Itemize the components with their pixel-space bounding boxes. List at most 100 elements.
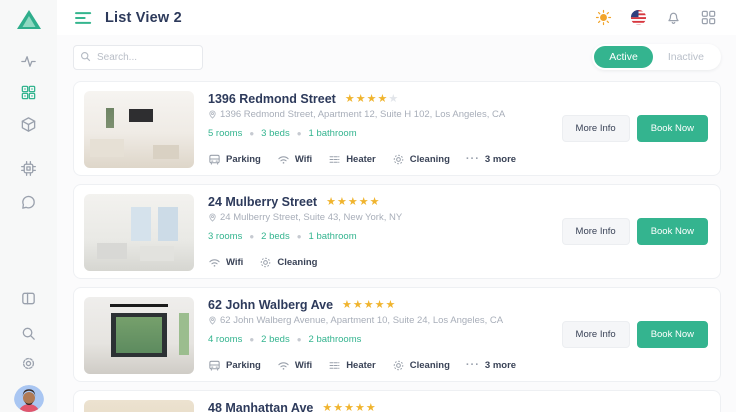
star-icon: ★ <box>344 401 354 412</box>
header: List View 2 <box>57 0 736 35</box>
sidebar-item-pages[interactable] <box>12 283 46 314</box>
notifications-button[interactable] <box>664 8 683 27</box>
amenity-item: Heater <box>328 153 376 166</box>
amenity-item: Cleaning <box>392 359 450 372</box>
property-details: 1396 Redmond Street ★ ★ ★ ★ ★ 1396 Redmond S… <box>208 91 548 166</box>
toolbar: Active Inactive <box>73 44 721 70</box>
rating-stars: ★ ★ ★ ★ ★ <box>322 401 376 412</box>
sidebar-item-settings[interactable] <box>12 348 46 379</box>
chat-icon <box>22 196 35 210</box>
book-now-button[interactable]: Book Now <box>636 218 708 245</box>
amenities-row: Parking Wifi Heater Cleaning ··· 3 more <box>208 153 548 166</box>
user-avatar-image <box>13 385 44 412</box>
stat-item: 3 beds <box>261 128 290 139</box>
amenities-row: Wifi Cleaning <box>208 256 548 269</box>
stat-item: 2 beds <box>261 334 290 345</box>
amenity-heater-icon <box>329 156 340 163</box>
property-image <box>84 400 194 412</box>
sidebar-item-products[interactable] <box>12 109 46 140</box>
star-icon: ★ <box>347 195 358 208</box>
sidebar-item-dashboard[interactable] <box>12 78 46 109</box>
ellipsis-icon: ··· <box>465 153 480 165</box>
menu-toggle-button[interactable] <box>73 7 95 29</box>
card-actions: More Info Book Now <box>561 218 708 245</box>
star-icon: ★ <box>342 298 352 311</box>
star-icon: ★ <box>326 195 336 208</box>
filter-active-button[interactable]: Active <box>594 46 653 68</box>
amenity-item: Heater <box>328 359 376 372</box>
book-now-button[interactable]: Book Now <box>636 115 708 142</box>
cube-icon <box>21 117 36 132</box>
amenity-parking-icon <box>209 360 220 371</box>
more-info-button[interactable]: More Info <box>561 321 630 348</box>
book-now-button[interactable]: Book Now <box>636 321 708 348</box>
stat-item: 1 bathroom <box>308 231 357 242</box>
star-icon: ★ <box>322 401 333 412</box>
user-avatar[interactable] <box>13 385 44 412</box>
sidebar-item-activity[interactable] <box>12 46 46 77</box>
property-image <box>84 194 194 271</box>
stat-item: 4 rooms <box>208 334 243 345</box>
property-card[interactable]: 24 Mulberry Street ★ ★ ★ ★ ★ 24 Mulberry Str… <box>73 184 721 279</box>
more-amenities[interactable]: ··· 3 more <box>466 360 517 372</box>
property-card[interactable]: 62 John Walberg Ave ★ ★ ★ ★ ★ 62 John Walber… <box>73 287 721 382</box>
filter-inactive-button[interactable]: Inactive <box>653 46 719 68</box>
star-icon: ★ <box>374 298 385 311</box>
property-address-text: 1396 Redmond Street, Apartment 12, Suite… <box>220 109 506 120</box>
property-card[interactable]: 48 Manhattan Ave ★ ★ ★ ★ ★ <box>73 390 721 412</box>
more-info-button[interactable]: More Info <box>561 115 630 142</box>
property-title: 24 Mulberry Street <box>208 195 318 209</box>
sidebar <box>0 0 57 412</box>
amenity-item: Wifi <box>277 359 312 372</box>
amenity-cleaning-icon <box>393 360 404 371</box>
layout-icon <box>22 292 35 305</box>
star-icon: ★ <box>377 92 388 105</box>
stat-separator-dot: ● <box>249 129 255 138</box>
card-actions: More Info Book Now <box>561 115 708 142</box>
property-stats: 3 rooms ● 2 beds ● 1 bathroom <box>208 231 548 242</box>
sidebar-item-messages[interactable] <box>12 188 46 219</box>
stat-separator-dot: ● <box>249 335 255 344</box>
star-icon: ★ <box>355 92 366 105</box>
star-icon: ★ <box>365 401 376 412</box>
apps-menu-button[interactable] <box>699 8 718 27</box>
star-icon: ★ <box>358 195 369 208</box>
search-input[interactable] <box>73 44 203 70</box>
property-stats: 5 rooms ● 3 beds ● 1 bathroom <box>208 128 548 139</box>
language-flag-us-icon <box>630 9 647 26</box>
property-details: 48 Manhattan Ave ★ ★ ★ ★ ★ <box>208 400 708 412</box>
amenity-label: Wifi <box>294 154 313 165</box>
more-amenities-label: 3 more <box>484 360 517 371</box>
more-amenities[interactable]: ··· 3 more <box>465 153 516 166</box>
app-logo[interactable] <box>15 8 43 32</box>
activity-icon <box>21 55 36 67</box>
property-title: 62 John Walberg Ave <box>208 298 334 312</box>
sidebar-item-system[interactable] <box>12 153 46 184</box>
property-card[interactable]: 1396 Redmond Street ★ ★ ★ ★ ★ 1396 Redmond S… <box>73 81 721 176</box>
search-icon <box>81 52 91 62</box>
rating-stars: ★ ★ ★ ★ ★ <box>342 298 396 311</box>
amenity-item: Parking <box>208 359 261 372</box>
stat-separator-dot: ● <box>296 129 302 138</box>
settings-gear-icon <box>22 358 35 370</box>
amenity-item: Wifi <box>208 256 243 269</box>
amenity-item: Cleaning <box>259 256 317 269</box>
language-selector[interactable] <box>629 8 648 27</box>
amenity-cleaning-icon <box>393 154 404 165</box>
apps-grid-icon <box>701 10 716 25</box>
sidebar-item-search[interactable] <box>12 318 46 349</box>
location-pin-icon <box>209 316 216 325</box>
amenity-wifi-icon <box>278 156 289 164</box>
header-actions <box>594 8 718 27</box>
star-icon: ★ <box>366 92 377 105</box>
logo-triangle-icon <box>16 10 41 29</box>
amenity-label: Wifi <box>226 257 244 268</box>
theme-toggle-button[interactable] <box>594 8 613 27</box>
star-icon: ★ <box>352 298 363 311</box>
cpu-icon <box>21 160 36 176</box>
status-filter-toggle: Active Inactive <box>592 44 721 70</box>
star-icon: ★ <box>385 298 396 311</box>
amenity-label: Parking <box>226 360 261 371</box>
more-info-button[interactable]: More Info <box>561 218 630 245</box>
amenity-wifi-icon <box>209 259 220 267</box>
